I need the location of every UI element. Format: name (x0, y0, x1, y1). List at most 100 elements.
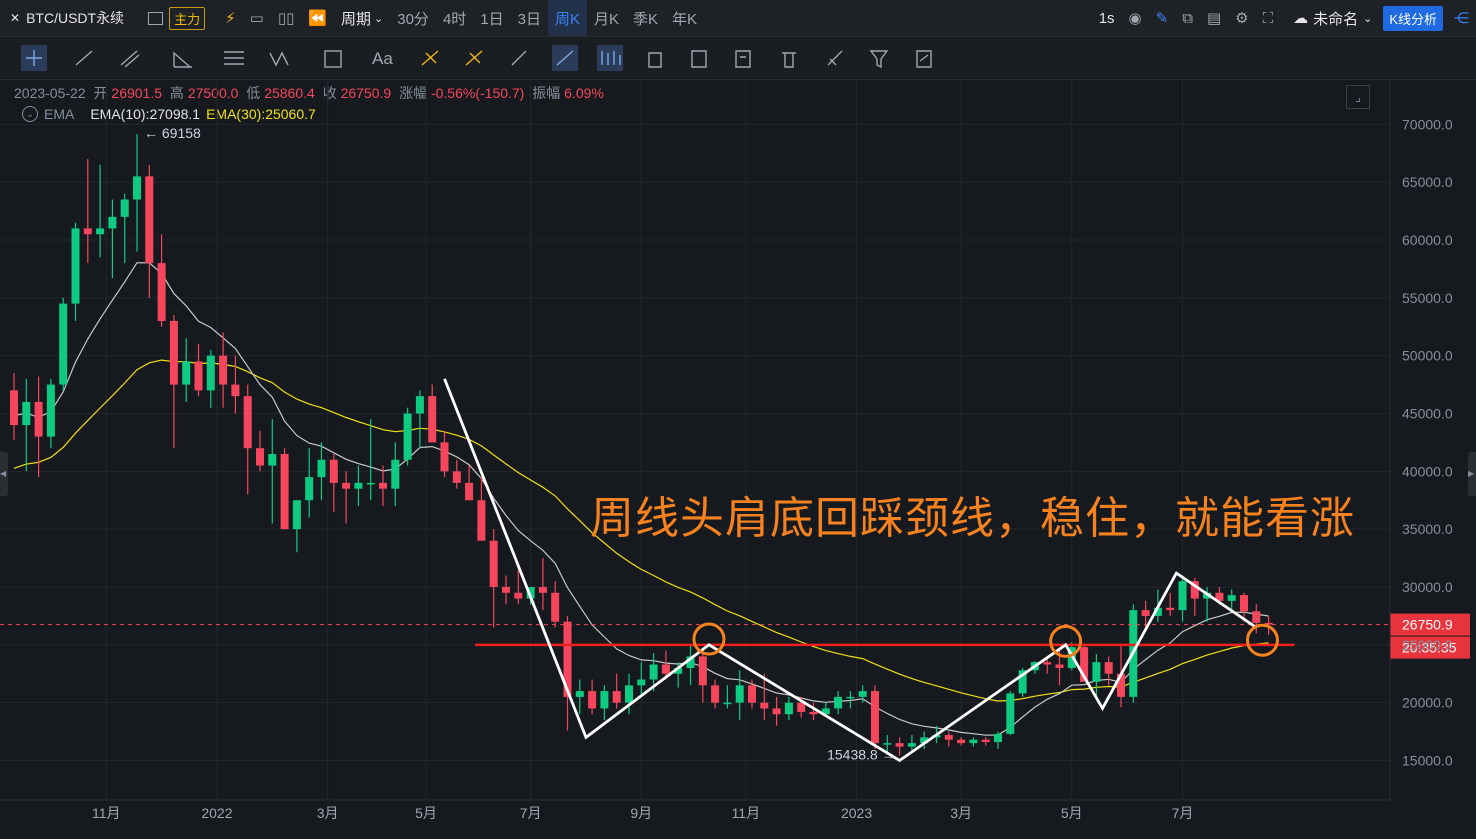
flash-icon[interactable]: ⚡ (218, 0, 243, 36)
left-scroll-handle[interactable]: ◀ (0, 452, 8, 496)
note-tool-icon[interactable] (735, 50, 751, 68)
time-tick-label: 3月 (950, 805, 972, 821)
candle-body (600, 691, 609, 709)
camera-icon[interactable]: ◉ (1122, 0, 1149, 36)
filter-tool-icon[interactable] (869, 50, 889, 69)
symbol-selector[interactable]: ✕ BTC/USDT永续 (0, 0, 131, 36)
layout-name-dropdown[interactable]: ☁ 未命名 ⌄ (1286, 0, 1379, 36)
candle-body (403, 413, 412, 460)
candle-body (96, 228, 105, 235)
candle-body (1141, 610, 1150, 616)
time-tick-label: 3月 (317, 805, 339, 821)
candle-body (379, 482, 387, 489)
candle-body (305, 477, 314, 501)
trash-tool-icon[interactable] (782, 52, 796, 68)
window-icon[interactable]: ⧉ (1175, 0, 1200, 36)
calendar-icon[interactable]: ▭ (243, 0, 271, 36)
interval-30m[interactable]: 30分 (390, 0, 436, 36)
top-bar: ✕ BTC/USDT永续 主力 ⚡ ▭ ▯▯ ⏪ 周期 ⌄ 30分 4时 1日 … (0, 0, 1476, 37)
interval-year[interactable]: 年K (665, 0, 704, 36)
rect-tool-icon[interactable] (324, 50, 342, 68)
interval-4h[interactable]: 4时 (436, 0, 473, 36)
lock-tool[interactable] (597, 45, 623, 71)
time-tick-label: 2022 (201, 805, 232, 821)
layout-icon[interactable]: ▯▯ (271, 0, 302, 36)
candle-body (612, 691, 621, 703)
candle-body (858, 691, 867, 697)
time-tick-label: 7月 (520, 805, 542, 821)
price-tick-label: 60000.0 (1402, 232, 1453, 248)
pen-icon[interactable]: ✎ (1149, 0, 1176, 36)
wave-tool-icon[interactable] (269, 51, 289, 67)
kline-chart[interactable]: ← 6915815438.8 →26750.920:35:35 15000.02… (0, 80, 1476, 839)
chart-grid (0, 80, 1390, 800)
interval-1d[interactable]: 1日 (473, 0, 510, 36)
collapse-icon[interactable]: ⌟ (1346, 85, 1370, 109)
candle-body (280, 453, 289, 530)
candle-body (366, 482, 375, 485)
candle-body (120, 199, 129, 217)
annotation-text: 周线头肩底回踩颈线，稳住，就能看涨 (590, 494, 1355, 543)
candle-body (1104, 662, 1113, 674)
time-tick-label: 5月 (415, 805, 437, 821)
candle-body (145, 176, 154, 264)
interval-3d[interactable]: 3日 (511, 0, 548, 36)
candle-body (1240, 595, 1248, 612)
time-axis[interactable]: 11月 2022 3月 5月 7月 9月 11月 2023 3月 5月 7月 (0, 799, 1390, 821)
candle-body (846, 696, 855, 699)
time-tick-label: 11月 (92, 805, 121, 821)
angle-tool-icon[interactable] (173, 51, 192, 68)
text-tool-icon[interactable]: Aa (372, 49, 393, 68)
candle-body (895, 743, 904, 747)
candle-body (231, 384, 240, 397)
kline-analysis-wrap: K线分析 (1379, 0, 1447, 36)
candle-body (169, 320, 178, 385)
kline-analysis-button[interactable]: K线分析 (1383, 5, 1443, 31)
candle-body (391, 459, 400, 489)
time-tick-label: 11月 (732, 805, 761, 821)
share-icon[interactable]: ⋲ (1447, 0, 1476, 36)
price-axis[interactable]: 15000.0 20000.0 25000.0 30000.0 35000.0 40000… (1389, 80, 1453, 800)
copy-tool-icon[interactable] (691, 50, 707, 68)
interval-1M[interactable]: 月K (587, 0, 626, 36)
fib-tool-icon[interactable] (224, 51, 244, 65)
price-tick-label: 50000.0 (1402, 348, 1453, 364)
speed-selector[interactable]: 1s (1092, 0, 1122, 36)
ruler-tool-icon[interactable] (465, 50, 483, 66)
candle-body (243, 396, 252, 449)
indicator-button[interactable]: 主力 (141, 0, 212, 36)
last-price-tag-label: 26750.9 (1402, 617, 1453, 633)
fullscreen-icon[interactable]: ⛶ (1256, 0, 1281, 36)
drawing-toolbar: Aa (0, 37, 1476, 80)
trendline-tool-icon[interactable] (75, 50, 93, 66)
measure-tool-icon[interactable] (421, 50, 439, 66)
settings-icon[interactable]: ⚙ (1228, 0, 1255, 36)
eraser-tool-icon[interactable] (827, 50, 843, 66)
candle-body (34, 401, 43, 437)
candle-body (735, 685, 744, 703)
time-tick-label: 7月 (1172, 805, 1194, 821)
channel-tool-icon[interactable] (120, 50, 140, 68)
candle-body (649, 664, 658, 680)
interval-1w[interactable]: 周K (547, 0, 587, 36)
candle-body (1092, 662, 1101, 682)
candle-body (477, 500, 486, 541)
brush-tool-icon[interactable] (511, 50, 527, 66)
right-scroll-handle[interactable]: ▶ (1468, 452, 1476, 496)
cloud-icon: ☁ (1293, 10, 1309, 27)
price-tick-label: 40000.0 (1402, 463, 1453, 479)
candle-body (292, 500, 301, 530)
interval-quarter[interactable]: 季K (626, 0, 665, 36)
overlay-layer: ← 6915815438.8 →26750.920:35:35 (0, 125, 1470, 762)
candle-body (957, 739, 966, 744)
candle-body (723, 702, 732, 705)
candle-body (575, 691, 584, 697)
candle-body (354, 482, 363, 489)
replay-icon[interactable]: ⏪ (301, 0, 334, 36)
candle-body (809, 711, 818, 715)
candle-body (83, 228, 92, 235)
period-dropdown[interactable]: 周期 ⌄ (334, 0, 390, 36)
table-icon[interactable]: ▤ (1200, 0, 1228, 36)
sync-tool-icon[interactable] (916, 50, 932, 68)
bookmark-tool-icon[interactable] (648, 52, 662, 68)
